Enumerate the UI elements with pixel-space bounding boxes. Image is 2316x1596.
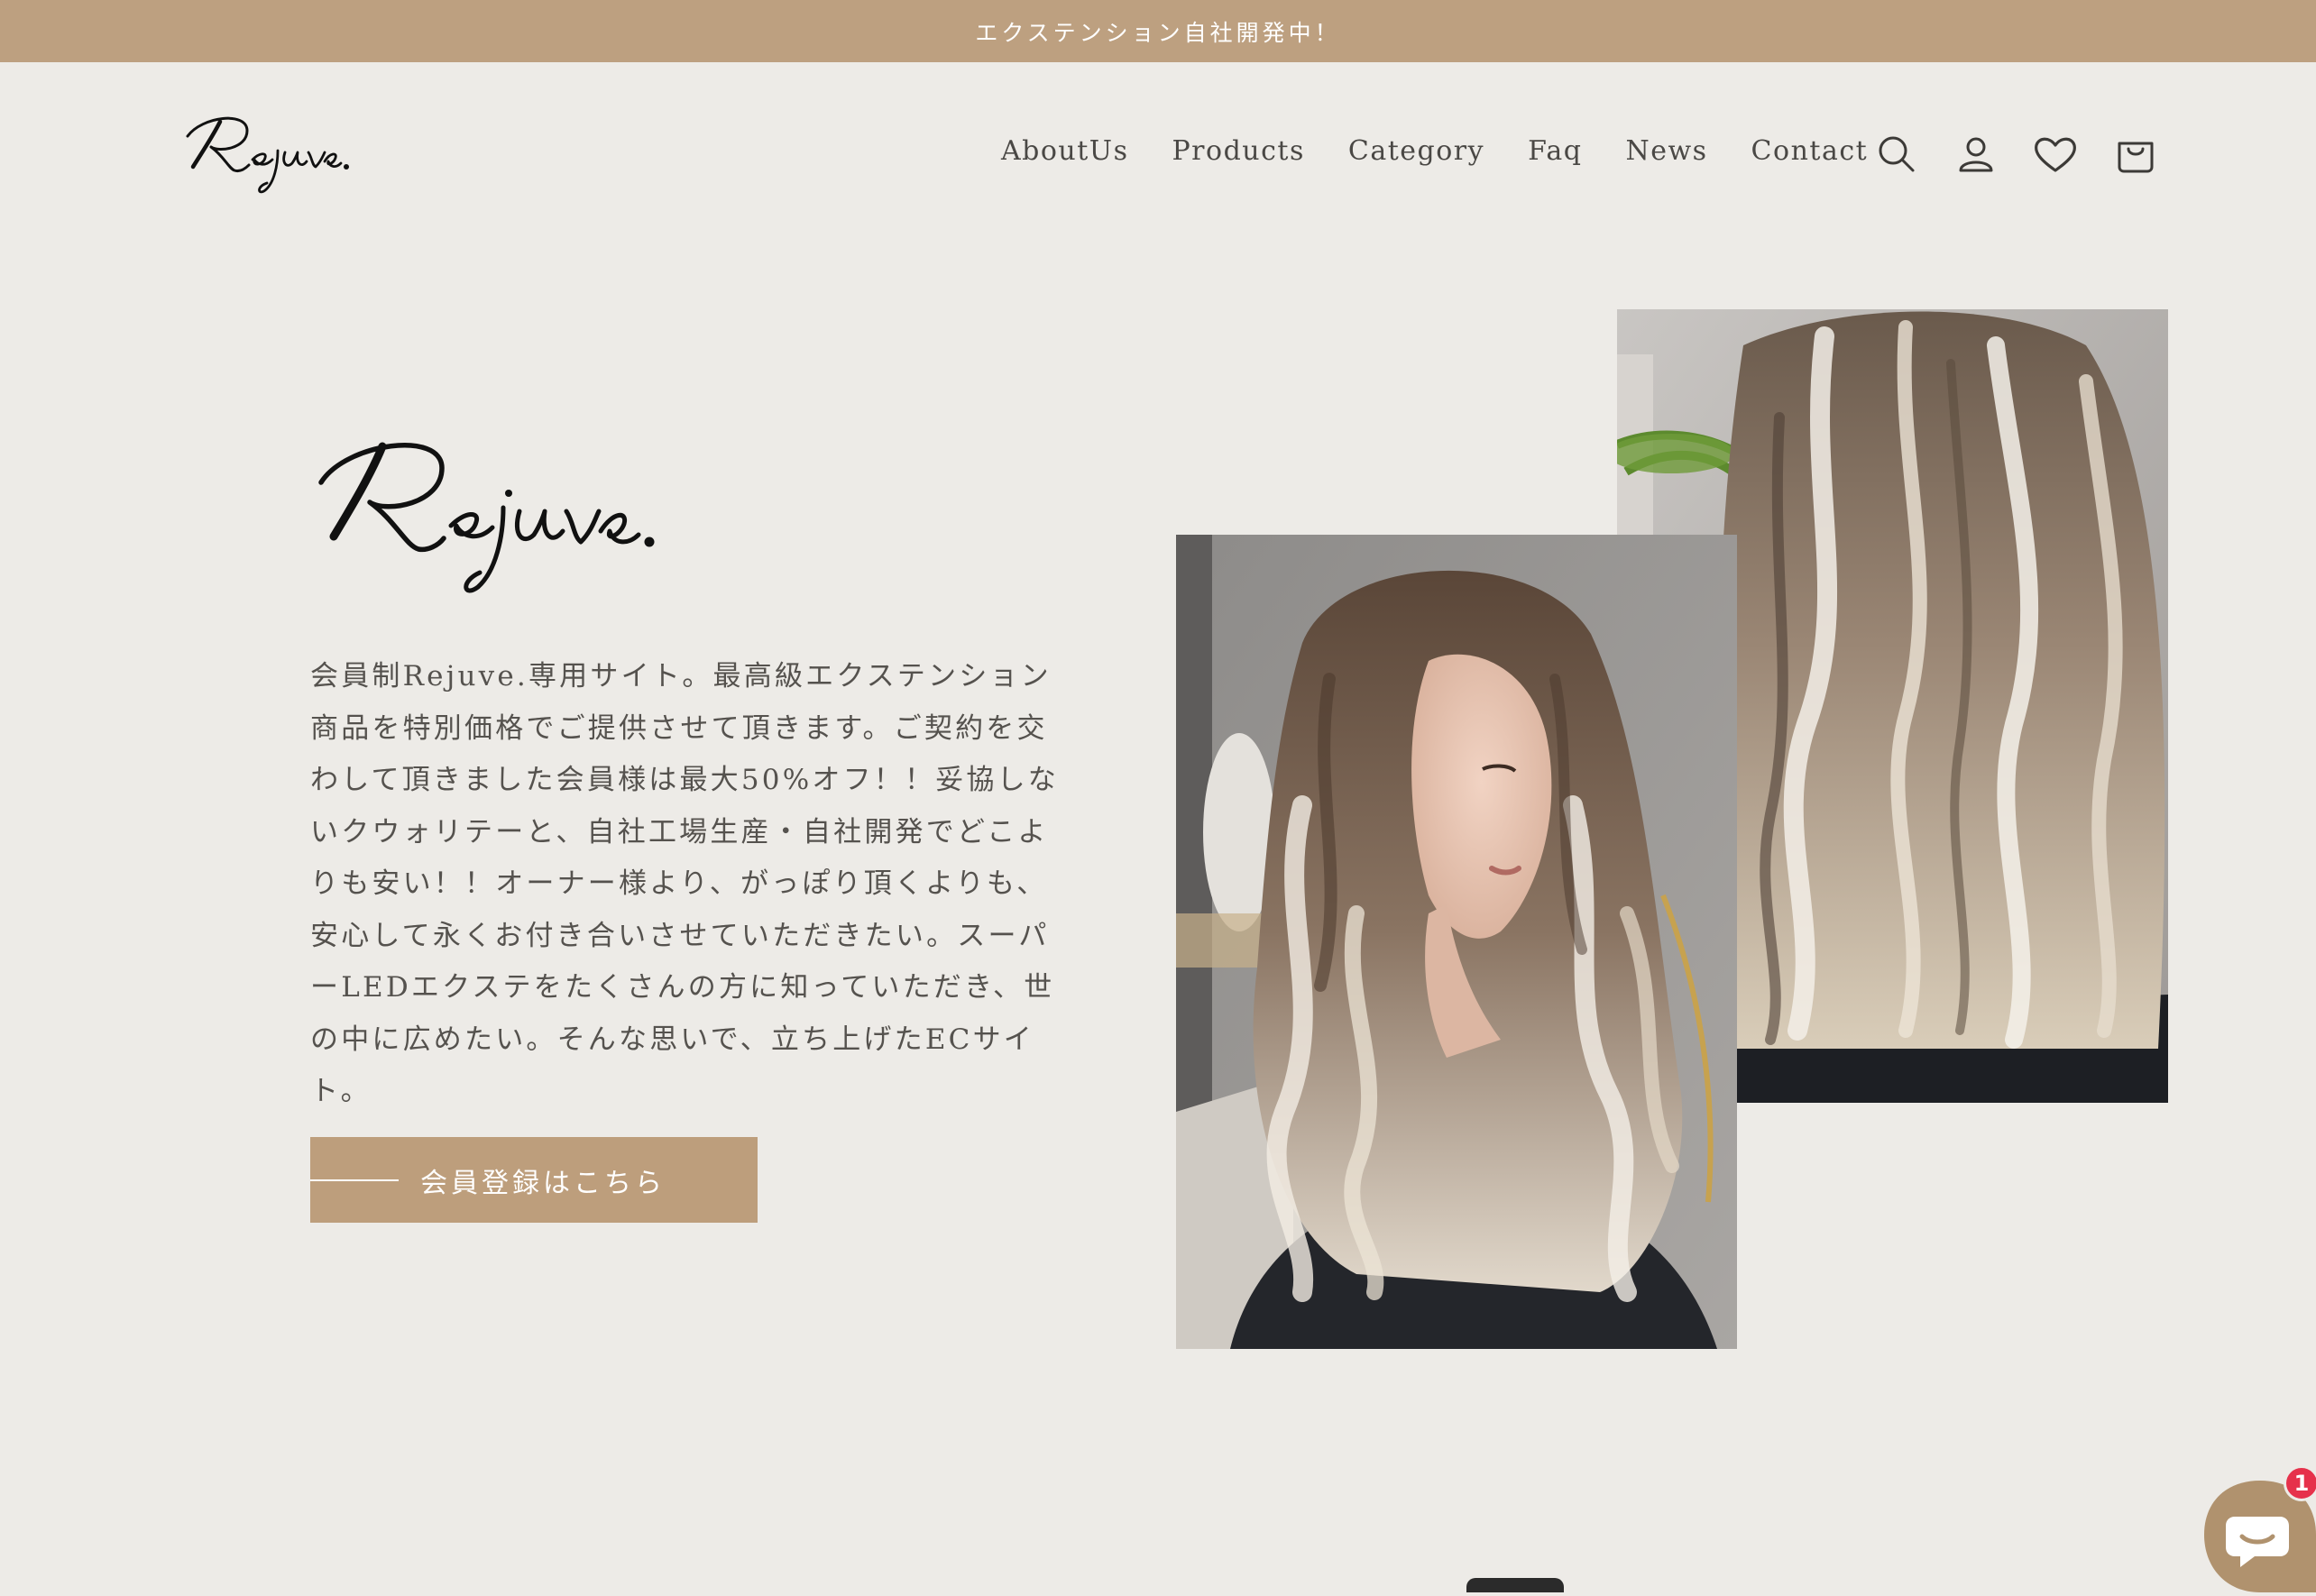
search-button[interactable]: [1873, 131, 1922, 179]
nav-products[interactable]: Products: [1172, 138, 1305, 165]
logo-script-large: [318, 442, 655, 593]
member-register-button[interactable]: 会員登録はこちら: [310, 1137, 758, 1223]
search-icon: [1879, 136, 1915, 172]
announcement-bar: エクステンション自社開発中！: [0, 0, 2316, 62]
logo-script-mark: [186, 116, 349, 194]
cart-button[interactable]: [2111, 131, 2160, 179]
wishlist-button[interactable]: [2031, 131, 2080, 179]
nav-news[interactable]: News: [1625, 138, 1707, 165]
account-icon: [1959, 137, 1993, 172]
cta-decorative-line: [310, 1179, 399, 1181]
site-logo[interactable]: [180, 100, 352, 199]
bottom-scroll-tab[interactable]: [1466, 1578, 1564, 1592]
nav-faq[interactable]: Faq: [1528, 138, 1582, 165]
chat-notification-badge: 1: [2284, 1465, 2316, 1501]
hero-description: 会員制Rejuve.専用サイト。最高級エクステンション商品を特別価格でご提供させ…: [310, 660, 1059, 1107]
hair-photo-front: [1176, 535, 1737, 1349]
nav-contact[interactable]: Contact: [1751, 138, 1869, 165]
heart-icon: [2035, 137, 2076, 172]
nav-category[interactable]: Category: [1348, 138, 1484, 165]
cta-label: 会員登録はこちら: [420, 1167, 666, 1199]
account-button[interactable]: [1952, 131, 2000, 179]
cart-icon: [2118, 142, 2154, 173]
announcement-text: エクステンション自社開発中！: [975, 19, 1341, 46]
nav-aboutus[interactable]: AboutUs: [1001, 138, 1129, 165]
site-header: AboutUs Products Category Faq News Conta…: [0, 62, 2316, 243]
main-nav: AboutUs Products Category Faq News Conta…: [1001, 138, 1868, 165]
hero-logo: [307, 410, 685, 609]
